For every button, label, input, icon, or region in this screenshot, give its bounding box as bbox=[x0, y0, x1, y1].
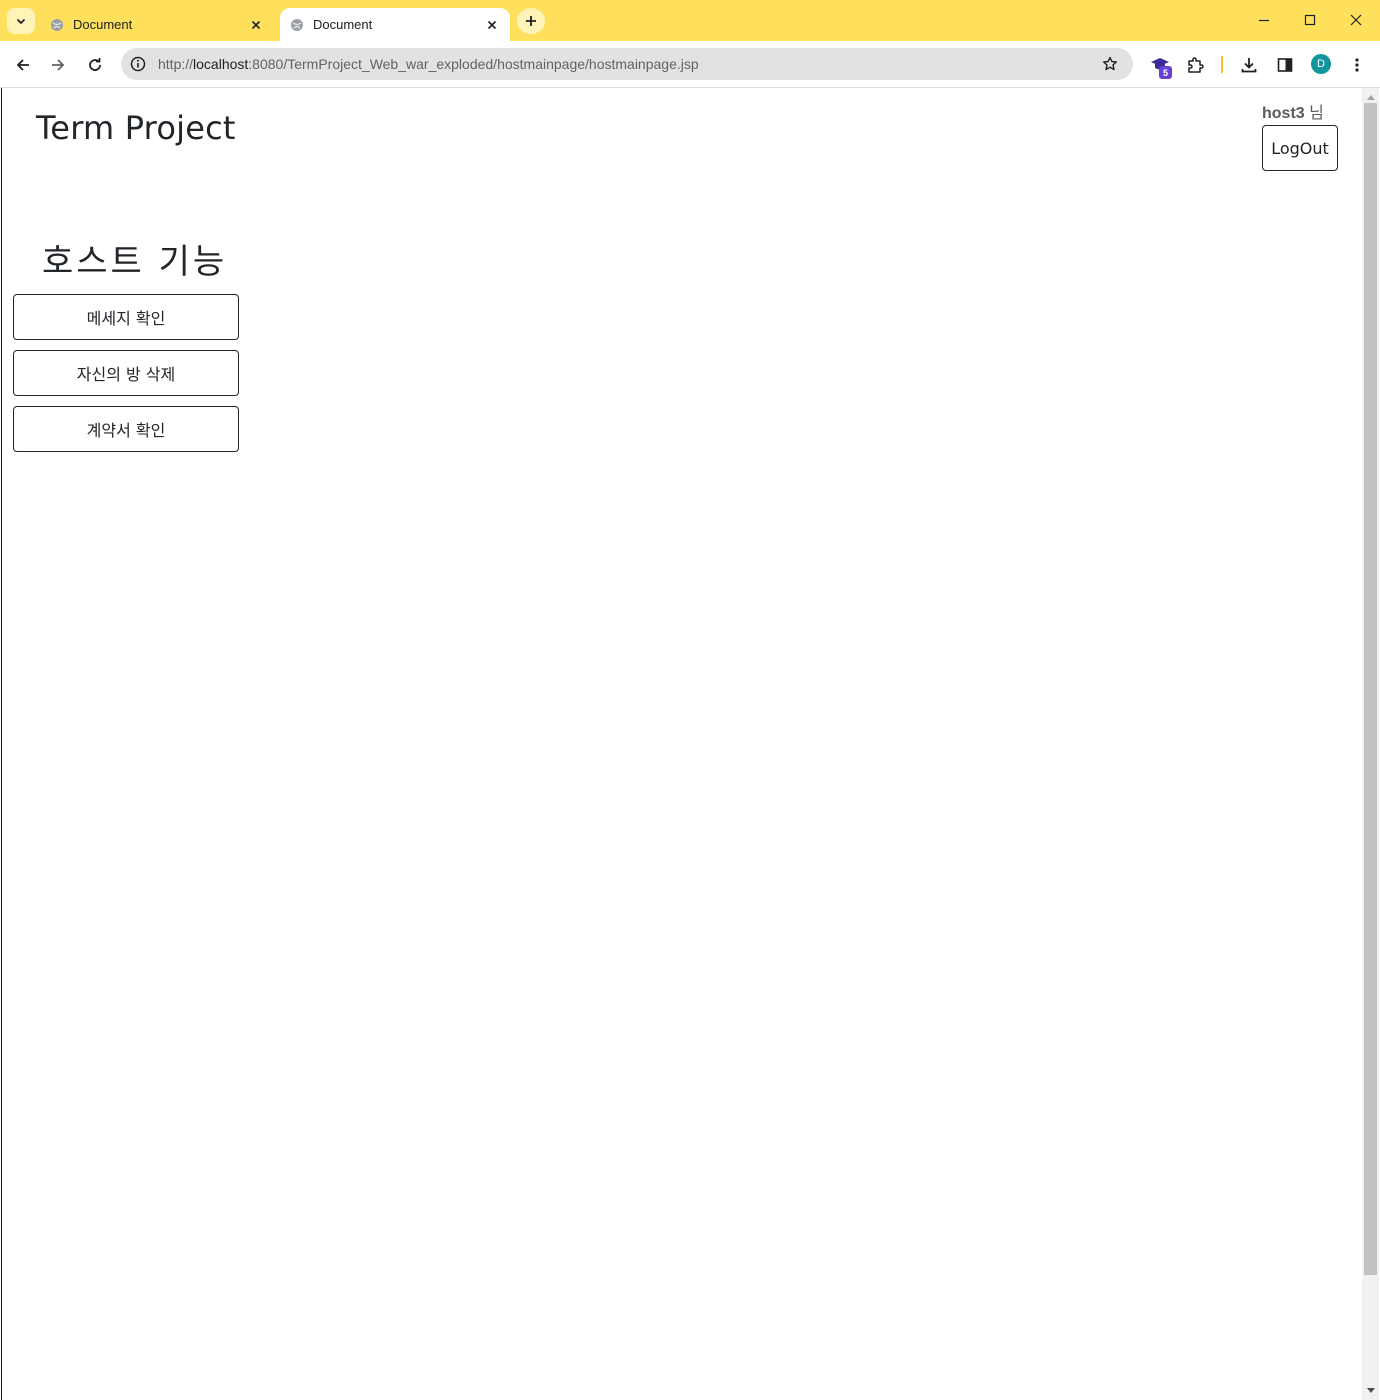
browser-toolbar: http://localhost:8080/TermProject_Web_wa… bbox=[0, 41, 1380, 88]
url-text[interactable]: http://localhost:8080/TermProject_Web_wa… bbox=[158, 56, 1097, 72]
side-panel-button[interactable] bbox=[1271, 51, 1299, 79]
scroll-down-icon[interactable] bbox=[1362, 1384, 1379, 1398]
info-icon[interactable] bbox=[127, 53, 149, 75]
bookmark-star-icon[interactable] bbox=[1097, 51, 1123, 77]
more-vertical-icon bbox=[1355, 58, 1359, 72]
tab-title: Document bbox=[313, 17, 373, 32]
new-tab-button[interactable] bbox=[517, 8, 545, 34]
extensions-button[interactable] bbox=[1181, 51, 1209, 79]
vertical-scrollbar[interactable] bbox=[1362, 88, 1379, 1400]
url-host: localhost bbox=[193, 56, 249, 72]
check-messages-button[interactable]: 메세지 확인 bbox=[13, 294, 239, 340]
tab-title: Document bbox=[73, 17, 133, 32]
logout-button[interactable]: LogOut bbox=[1262, 125, 1338, 171]
arrow-right-icon bbox=[52, 59, 65, 71]
puzzle-icon bbox=[1188, 57, 1204, 73]
minimize-button[interactable] bbox=[1249, 6, 1279, 34]
profile-avatar[interactable]: D bbox=[1311, 54, 1331, 74]
scroll-up-icon[interactable] bbox=[1362, 90, 1379, 104]
downloads-button[interactable] bbox=[1235, 51, 1263, 79]
honorific-suffix: 님 bbox=[1309, 105, 1324, 122]
globe-icon bbox=[290, 18, 304, 32]
url-scheme: http:// bbox=[158, 56, 194, 72]
url-path: :8080/TermProject_Web_war_exploded/hostm… bbox=[248, 56, 699, 72]
close-icon[interactable] bbox=[482, 15, 502, 35]
section-title: 호스트 기능 bbox=[42, 242, 228, 282]
arrow-left-icon bbox=[16, 59, 29, 71]
minimize-icon bbox=[1259, 19, 1269, 22]
download-icon bbox=[1241, 58, 1257, 73]
address-bar[interactable]: http://localhost:8080/TermProject_Web_wa… bbox=[121, 48, 1133, 80]
username: host3 bbox=[1262, 105, 1305, 122]
reload-icon bbox=[89, 58, 101, 71]
menu-button[interactable] bbox=[1343, 51, 1371, 79]
window-close-button[interactable] bbox=[1341, 6, 1371, 34]
delete-own-room-button[interactable]: 자신의 방 삭제 bbox=[13, 350, 239, 396]
reload-button[interactable] bbox=[81, 51, 109, 79]
plus-icon bbox=[526, 16, 536, 26]
back-button[interactable] bbox=[9, 51, 37, 79]
tab-document-1[interactable]: Document bbox=[40, 8, 274, 41]
close-icon[interactable] bbox=[246, 15, 266, 35]
tab-strip: Document Document bbox=[0, 0, 1380, 41]
chevron-down-icon bbox=[16, 18, 26, 25]
toolbar-divider bbox=[1221, 56, 1223, 73]
extension-badge: 5 bbox=[1159, 66, 1172, 79]
globe-icon bbox=[50, 18, 64, 32]
check-contract-button[interactable]: 계약서 확인 bbox=[13, 406, 239, 452]
brand-title: Term Project bbox=[36, 109, 236, 147]
tab-document-2[interactable]: Document bbox=[280, 8, 510, 41]
tab-search-button[interactable] bbox=[7, 8, 35, 34]
maximize-icon bbox=[1304, 14, 1316, 26]
page-viewport bbox=[1, 88, 1362, 1400]
user-greeting: host3 님 bbox=[1262, 99, 1324, 123]
forward-button[interactable] bbox=[44, 51, 72, 79]
side-panel-icon bbox=[1277, 58, 1293, 72]
maximize-button[interactable] bbox=[1295, 6, 1325, 34]
scrollbar-thumb[interactable] bbox=[1364, 103, 1377, 1275]
close-icon bbox=[1350, 14, 1362, 26]
